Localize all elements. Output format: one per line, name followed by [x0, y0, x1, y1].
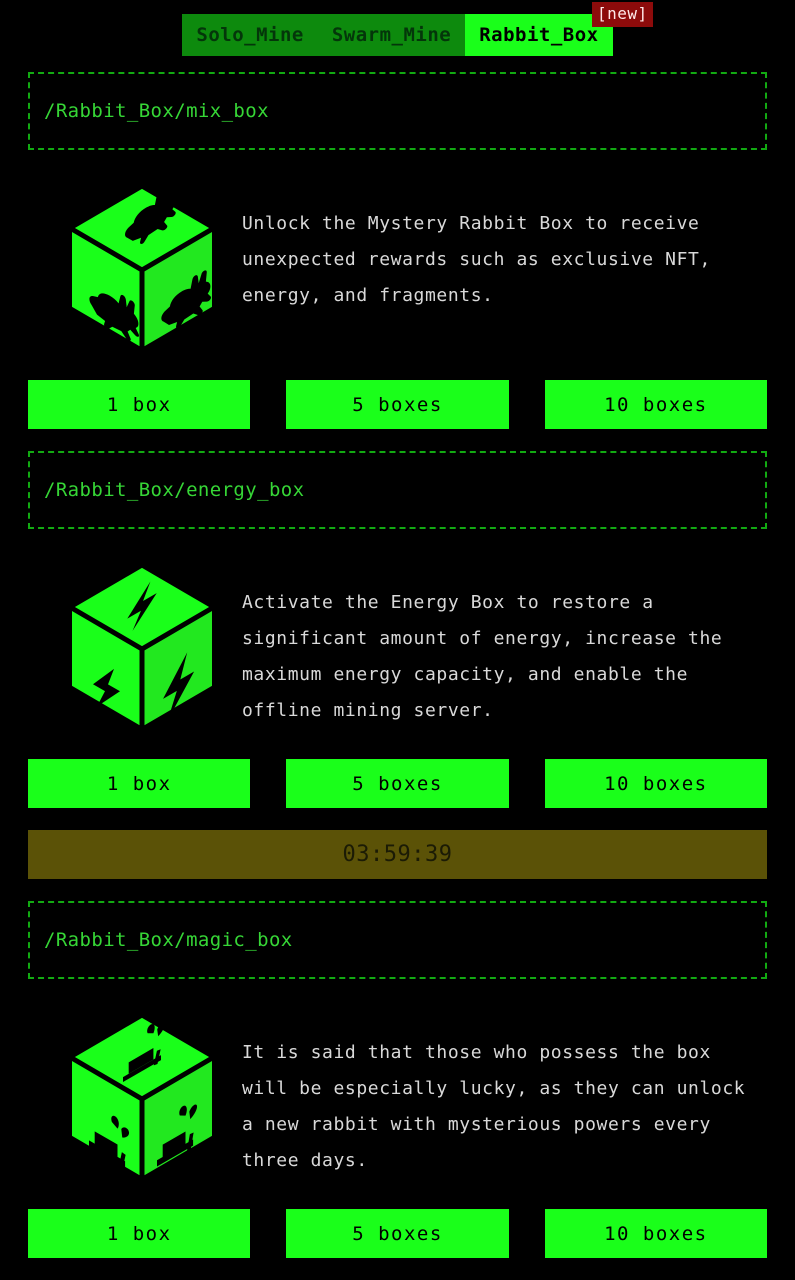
- page-content: /Rabbit_Box/mix_box Unlock the Mystery R…: [0, 72, 795, 1258]
- tab-swarm-mine-label: Swarm_Mine: [331, 23, 452, 46]
- buy-10-boxes-button-mix[interactable]: 10 boxes: [544, 380, 767, 429]
- box-row-energy-box: Activate the Energy Box to restore a sig…: [28, 557, 767, 733]
- lightning-cube-icon: [66, 561, 218, 733]
- description-magic-box: It is said that those who possess the bo…: [242, 1042, 746, 1171]
- path-box-mix-box: /Rabbit_Box/mix_box: [28, 72, 767, 150]
- tab-bar: Solo_Mine Swarm_Mine Rabbit_Box [new]: [182, 2, 653, 56]
- description-energy-box: Activate the Energy Box to restore a sig…: [242, 592, 723, 721]
- path-box-magic-box: /Rabbit_Box/magic_box: [28, 901, 767, 979]
- path-box-energy-box: /Rabbit_Box/energy_box: [28, 451, 767, 529]
- description-mix-box: Unlock the Mystery Rabbit Box to receive…: [242, 213, 711, 306]
- tab-solo-mine-label: Solo_Mine: [196, 23, 304, 46]
- new-badge: [new]: [591, 2, 653, 27]
- buy-5-boxes-button-energy[interactable]: 5 boxes: [286, 759, 509, 808]
- box-row-magic-box: It is said that those who possess the bo…: [28, 1007, 767, 1183]
- buy-10-boxes-button-energy[interactable]: 10 boxes: [544, 759, 767, 808]
- buy-1-box-button-magic[interactable]: 1 box: [28, 1209, 251, 1258]
- buy-5-boxes-button-mix[interactable]: 5 boxes: [286, 380, 509, 429]
- path-label-energy-box: /Rabbit_Box/energy_box: [44, 479, 305, 501]
- box-row-mix-box: Unlock the Mystery Rabbit Box to receive…: [28, 178, 767, 354]
- buy-buttons-energy-box: 1 box 5 boxes 10 boxes: [28, 759, 767, 808]
- buy-5-boxes-button-magic[interactable]: 5 boxes: [286, 1209, 509, 1258]
- buy-buttons-mix-box: 1 box 5 boxes 10 boxes: [28, 380, 767, 429]
- cooldown-timer-energy-box: 03:59:39: [28, 830, 767, 879]
- tab-bar-container: Solo_Mine Swarm_Mine Rabbit_Box [new]: [0, 0, 795, 72]
- buy-10-boxes-button-magic[interactable]: 10 boxes: [544, 1209, 767, 1258]
- tab-rabbit-box-label: Rabbit_Box: [479, 23, 599, 46]
- buy-buttons-magic-box: 1 box 5 boxes 10 boxes: [28, 1209, 767, 1258]
- tab-rabbit-box[interactable]: Rabbit_Box: [465, 14, 613, 56]
- magic-hat-cube-icon: [66, 1011, 218, 1183]
- tab-swarm-mine[interactable]: Swarm_Mine: [317, 14, 466, 56]
- buy-1-box-button-mix[interactable]: 1 box: [28, 380, 251, 429]
- tab-solo-mine[interactable]: Solo_Mine: [182, 14, 318, 56]
- rabbit-cube-icon: [66, 182, 218, 354]
- buy-1-box-button-energy[interactable]: 1 box: [28, 759, 251, 808]
- path-label-mix-box: /Rabbit_Box/mix_box: [44, 100, 269, 122]
- path-label-magic-box: /Rabbit_Box/magic_box: [44, 929, 293, 951]
